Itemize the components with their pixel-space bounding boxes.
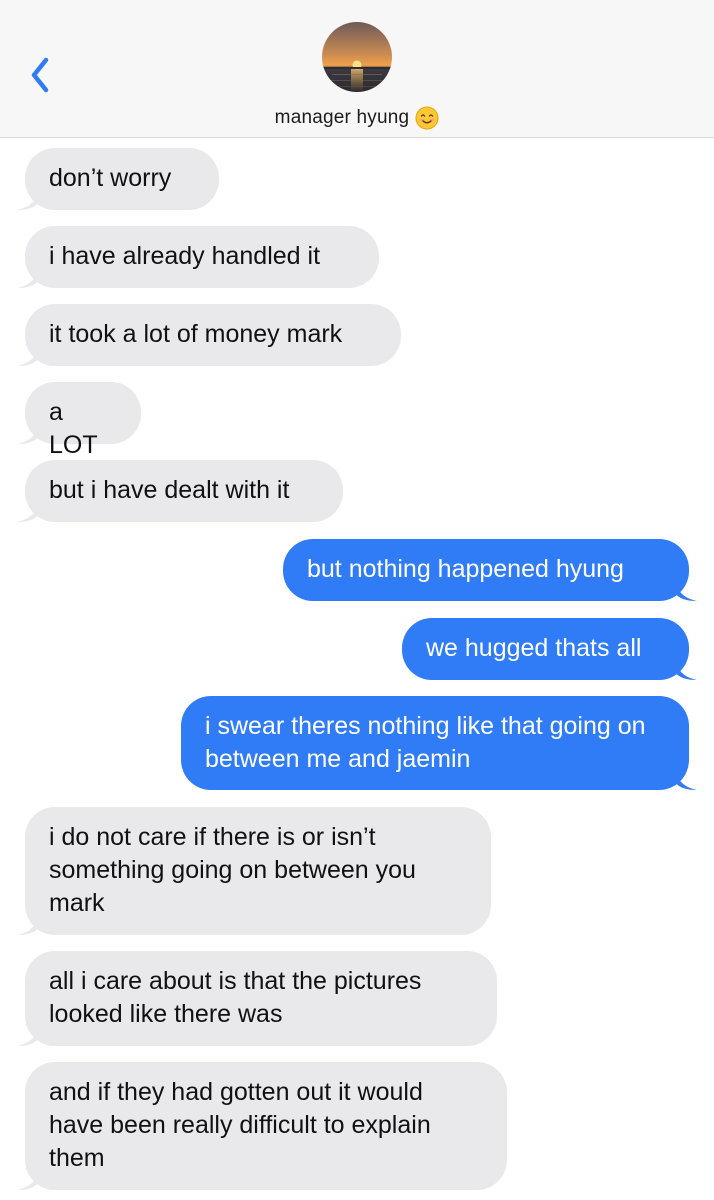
- message-bubble-incoming[interactable]: and if they had gotten out it would have…: [17, 1062, 507, 1190]
- bubble-tail-icon: [675, 579, 697, 601]
- message-text: but nothing happened hyung: [307, 555, 624, 583]
- bubble-tail-icon: [17, 188, 39, 210]
- bubble-tail-icon: [17, 500, 39, 522]
- bubble-tail-icon: [17, 422, 39, 444]
- message-thread-screen: manager hyung don’t worry i have already…: [0, 0, 714, 1200]
- bubble-tail-icon: [17, 1024, 39, 1046]
- chevron-left-icon: [31, 57, 49, 93]
- message-bubble-incoming[interactable]: i do not care if there is or isn’t somet…: [17, 807, 491, 935]
- message-text: i do not care if there is or isn’t somet…: [49, 823, 416, 917]
- message-bubble-outgoing[interactable]: but nothing happened hyung: [283, 539, 697, 601]
- message-bubble-incoming[interactable]: i have already handled it: [17, 226, 379, 288]
- back-button[interactable]: [24, 52, 58, 98]
- message-text: don’t worry: [49, 164, 172, 192]
- message-bubble-outgoing[interactable]: we hugged thats all: [402, 618, 697, 680]
- bubble-tail-icon: [675, 658, 697, 680]
- message-bubble-incoming[interactable]: it took a lot of money mark: [17, 304, 401, 366]
- bubble-tail-icon: [17, 266, 39, 288]
- message-bubble-outgoing[interactable]: i swear theres nothing like that going o…: [181, 696, 697, 790]
- bubble-tail-icon: [17, 1168, 39, 1190]
- message-text: i swear theres nothing like that going o…: [205, 712, 646, 773]
- sunset-avatar-icon: [322, 22, 392, 92]
- message-bubble-incoming[interactable]: all i care about is that the pictures lo…: [17, 951, 497, 1046]
- message-bubble-incoming[interactable]: don’t worry: [17, 148, 219, 210]
- bubble-tail-icon: [675, 768, 697, 790]
- bubble-tail-icon: [17, 344, 39, 366]
- message-text: we hugged thats all: [426, 634, 642, 662]
- bubble-tail-icon: [17, 913, 39, 935]
- message-bubble-incoming[interactable]: a LOT: [17, 382, 141, 459]
- message-text: but i have dealt with it: [49, 476, 290, 504]
- message-bubble-incoming[interactable]: but i have dealt with it: [17, 460, 343, 522]
- message-text: a LOT: [49, 398, 98, 459]
- message-text: i have already handled it: [49, 242, 321, 270]
- contact-avatar[interactable]: [322, 22, 392, 92]
- contact-name-row[interactable]: manager hyung: [0, 104, 714, 132]
- message-text: and if they had gotten out it would have…: [49, 1078, 431, 1172]
- message-text: all i care about is that the pictures lo…: [49, 967, 422, 1028]
- conversation-header: manager hyung: [0, 0, 714, 138]
- message-text: it took a lot of money mark: [49, 320, 343, 348]
- contact-name: manager hyung: [274, 107, 410, 128]
- smiling-face-icon: [415, 106, 439, 130]
